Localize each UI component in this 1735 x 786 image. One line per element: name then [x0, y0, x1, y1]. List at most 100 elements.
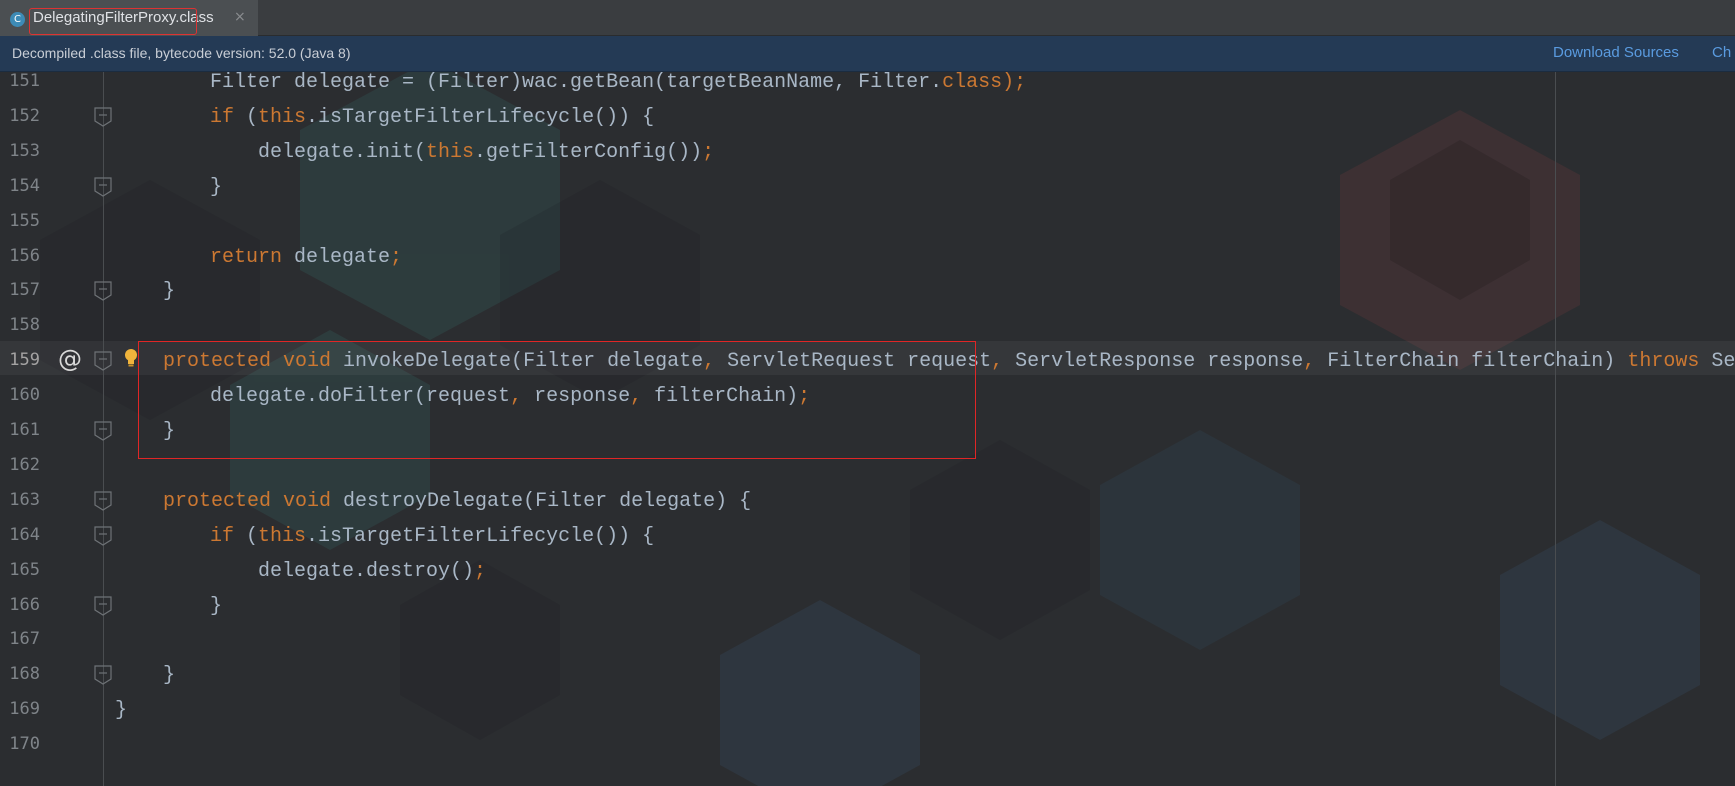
choose-sources-link[interactable]: Ch — [1712, 44, 1731, 61]
code-token: Se — [1699, 350, 1735, 374]
code-line[interactable]: 158 — [0, 308, 1735, 343]
fold-marker-icon[interactable] — [94, 526, 112, 546]
code-token: destroyDelegate(Filter delegate) { — [331, 489, 752, 513]
code-text: return delegate; — [210, 246, 402, 269]
code-text: if (this.isTargetFilterLifecycle()) { — [210, 525, 654, 548]
line-number: 159 — [9, 350, 40, 371]
code-line[interactable]: 154} — [0, 169, 1735, 204]
editor-tab-bar: C DelegatingFilterProxy.class × — [0, 0, 1735, 37]
code-line[interactable]: 152 if (this.isTargetFilterLifecycle()) { — [0, 99, 1735, 134]
line-number: 167 — [9, 629, 40, 650]
download-sources-link[interactable]: Download Sources — [1553, 44, 1679, 61]
line-number: 165 — [9, 559, 40, 580]
line-number: 164 — [9, 524, 40, 545]
line-number: 153 — [9, 140, 40, 161]
decompiled-notice-text: Decompiled .class file, bytecode version… — [12, 45, 351, 61]
line-number: 155 — [9, 210, 40, 231]
fold-marker-icon[interactable] — [94, 107, 112, 127]
code-token: delegate — [282, 245, 391, 269]
code-token: delegate.destroy() — [258, 559, 475, 583]
keyword-token: if — [210, 524, 235, 548]
code-text: } — [210, 595, 222, 618]
code-text: delegate.destroy(); — [258, 560, 486, 583]
override-marker-icon[interactable]: @ — [58, 345, 82, 373]
code-token: .getFilterConfig()) — [474, 140, 703, 164]
keyword-token: this — [258, 524, 307, 548]
code-text: } — [163, 664, 175, 687]
code-token: .isTargetFilterLifecycle()) { — [306, 105, 655, 129]
keyword-token: this — [426, 140, 475, 164]
code-text: Filter delegate = (Filter)wac.getBean(ta… — [210, 71, 1026, 94]
invoke-delegate-highlight-box — [138, 341, 976, 459]
code-token: ( — [234, 105, 259, 129]
line-number: 157 — [9, 280, 40, 301]
keyword-token: protected void — [163, 489, 332, 513]
code-line[interactable]: 169} — [0, 692, 1735, 727]
code-line[interactable]: 165 delegate.destroy(); — [0, 553, 1735, 588]
fold-marker-icon[interactable] — [94, 421, 112, 441]
line-number: 169 — [9, 699, 40, 720]
line-number: 161 — [9, 420, 40, 440]
code-line[interactable]: 170 — [0, 727, 1735, 762]
keyword-token: if — [210, 105, 235, 129]
keyword-token: throws — [1627, 350, 1700, 374]
code-text: if (this.isTargetFilterLifecycle()) { — [210, 106, 654, 129]
fold-marker-icon[interactable] — [94, 491, 112, 511]
code-line[interactable]: 163 protected void destroyDelegate(Filter… — [0, 483, 1735, 518]
code-line[interactable]: 168} — [0, 657, 1735, 692]
line-number: 168 — [9, 664, 40, 685]
code-line[interactable]: 166} — [0, 588, 1735, 623]
code-token: ); — [1002, 71, 1027, 94]
line-number: 152 — [9, 105, 40, 126]
code-token: } — [115, 699, 128, 723]
line-number: 158 — [9, 315, 40, 336]
code-token: , — [1303, 350, 1316, 374]
keyword-token: class — [942, 71, 1003, 94]
code-token: Filter delegate = (Filter)wac.getBean(ta… — [210, 71, 943, 94]
code-token: ; — [474, 559, 487, 583]
code-line[interactable]: 167 — [0, 622, 1735, 657]
line-number: 162 — [9, 454, 40, 475]
code-line[interactable]: 155 — [0, 204, 1735, 239]
code-line[interactable]: 153 delegate.init(this.getFilterConfig())… — [0, 134, 1735, 169]
decompiled-notice-banner: Decompiled .class file, bytecode version… — [0, 36, 1735, 72]
code-token: ; — [702, 140, 715, 164]
code-token: } — [163, 280, 176, 304]
code-line[interactable]: 164 if (this.isTargetFilterLifecycle()) { — [0, 518, 1735, 553]
class-file-icon: C — [10, 12, 25, 27]
code-token: } — [210, 175, 223, 199]
code-token: } — [163, 664, 176, 688]
fold-marker-icon[interactable] — [94, 281, 112, 302]
line-number: 170 — [9, 734, 40, 755]
code-token: FilterChain filterChain) — [1315, 350, 1628, 374]
code-token: .isTargetFilterLifecycle()) { — [306, 524, 655, 548]
code-line[interactable]: 156 return delegate; — [0, 239, 1735, 274]
fold-marker-icon[interactable] — [94, 177, 112, 197]
line-number: 154 — [9, 175, 40, 196]
tab-title-highlight-box — [29, 8, 197, 35]
line-number: 156 — [9, 245, 40, 266]
line-number: 160 — [9, 385, 40, 406]
close-icon[interactable]: × — [234, 9, 246, 25]
code-line[interactable]: 157} — [0, 273, 1735, 308]
line-number: 166 — [9, 594, 40, 615]
code-text: } — [115, 699, 127, 722]
fold-marker-icon[interactable] — [94, 665, 112, 686]
fold-marker-icon[interactable] — [94, 595, 112, 616]
fold-marker-icon[interactable] — [94, 351, 112, 371]
keyword-token: this — [258, 105, 307, 129]
code-token: ( — [234, 524, 259, 548]
code-line[interactable]: 151 Filter delegate = (Filter)wac.getBean… — [0, 71, 1735, 99]
keyword-token: return — [210, 245, 283, 269]
code-token: delegate.init( — [258, 140, 427, 164]
line-number: 151 — [9, 71, 40, 91]
code-token: } — [210, 594, 223, 618]
code-text: delegate.init(this.getFilterConfig()); — [258, 141, 714, 164]
code-token: , — [991, 350, 1004, 374]
lightbulb-icon[interactable] — [124, 348, 138, 368]
code-text: } — [210, 176, 222, 199]
code-token: ; — [390, 245, 403, 269]
code-text: protected void destroyDelegate(Filter de… — [163, 490, 751, 513]
line-number: 163 — [9, 489, 40, 510]
tab-delegating-filter-proxy[interactable]: C DelegatingFilterProxy.class × — [0, 0, 258, 37]
